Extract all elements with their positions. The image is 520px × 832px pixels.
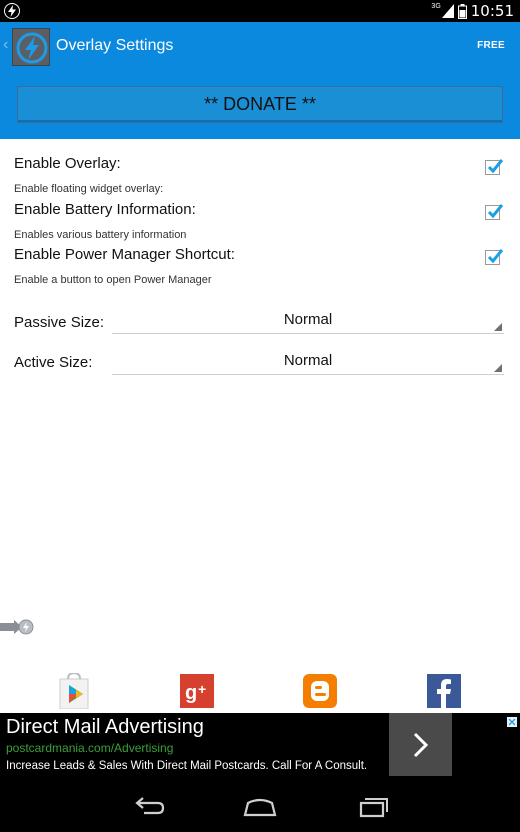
chevron-right-icon — [413, 732, 428, 757]
back-icon[interactable] — [130, 795, 170, 819]
spinner-value: Normal — [283, 352, 333, 369]
donate-button[interactable]: ** DONATE ** — [17, 86, 503, 123]
enable-overlay-checkbox[interactable] — [485, 159, 504, 175]
pref-title: Enable Battery Information: — [14, 201, 196, 218]
svg-text:g: g — [185, 682, 197, 704]
enable-power-manager-checkbox[interactable] — [485, 249, 504, 265]
google-play-icon[interactable] — [57, 671, 91, 710]
pref-summary-power-manager: Enable a button to open Power Manager — [14, 274, 212, 286]
blogger-icon[interactable] — [303, 673, 337, 709]
spinner-value: Normal — [283, 311, 333, 328]
free-button[interactable]: FREE — [477, 40, 505, 51]
overlay-widget-icon[interactable] — [0, 619, 34, 635]
ad-title[interactable]: Direct Mail Advertising — [6, 716, 204, 739]
ad-close-icon[interactable] — [507, 714, 517, 727]
ad-open-button[interactable] — [389, 713, 452, 776]
pref-summary-battery: Enables various battery information — [14, 229, 186, 241]
pref-title: Enable Power Manager Shortcut: — [14, 246, 235, 263]
pref-summary-overlay: Enable floating widget overlay: — [14, 183, 163, 195]
enable-battery-checkbox[interactable] — [485, 204, 504, 220]
dropdown-triangle-icon — [494, 323, 502, 331]
recent-apps-icon[interactable] — [352, 795, 392, 819]
pref-enable-overlay[interactable]: Enable Overlay: — [14, 155, 121, 172]
checkmark-icon — [487, 204, 504, 219]
home-icon[interactable] — [240, 795, 280, 819]
pref-enable-battery[interactable]: Enable Battery Information: — [14, 201, 196, 218]
active-size-label: Active Size: — [14, 354, 93, 371]
app-notification-icon — [4, 3, 20, 19]
signal-icon — [441, 4, 454, 18]
network-type-label: 3G — [431, 2, 441, 10]
status-bar: 3G 10:51 — [0, 0, 520, 22]
page-title: Overlay Settings — [56, 37, 174, 54]
ad-url[interactable]: postcardmania.com/Advertising — [6, 741, 173, 755]
svg-text:+: + — [198, 681, 206, 697]
pref-summary: Enable floating widget overlay: — [14, 183, 164, 195]
active-size-spinner[interactable]: Normal — [112, 351, 504, 375]
pref-enable-power-manager[interactable]: Enable Power Manager Shortcut: — [14, 246, 235, 263]
action-bar: ‹ Overlay Settings FREE — [0, 22, 520, 72]
pref-title: Enable Overlay: — [14, 155, 121, 172]
pref-summary: Enable a button to open Power Manager — [14, 274, 212, 286]
navigation-bar — [0, 781, 520, 832]
ad-description: Increase Leads & Sales With Direct Mail … — [6, 760, 368, 772]
google-plus-icon[interactable]: g + — [180, 673, 214, 709]
passive-size-label: Passive Size: — [14, 314, 105, 331]
checkmark-icon — [487, 249, 504, 264]
checkmark-icon — [487, 159, 504, 174]
app-logo-icon[interactable] — [12, 28, 50, 66]
settings-content: Enable Overlay: Enable floating widget o… — [0, 139, 520, 713]
passive-size-spinner[interactable]: Normal — [112, 310, 504, 334]
facebook-icon[interactable] — [427, 673, 461, 709]
ad-banner[interactable]: Direct Mail Advertising postcardmania.co… — [0, 713, 520, 781]
header: ‹ Overlay Settings FREE ** DONATE ** — [0, 22, 520, 139]
pref-summary: Enables various battery information — [14, 229, 187, 241]
dropdown-triangle-icon — [494, 364, 502, 372]
up-chevron-icon[interactable]: ‹ — [3, 36, 8, 54]
battery-icon — [457, 3, 467, 19]
clock: 10:51 — [470, 2, 514, 20]
